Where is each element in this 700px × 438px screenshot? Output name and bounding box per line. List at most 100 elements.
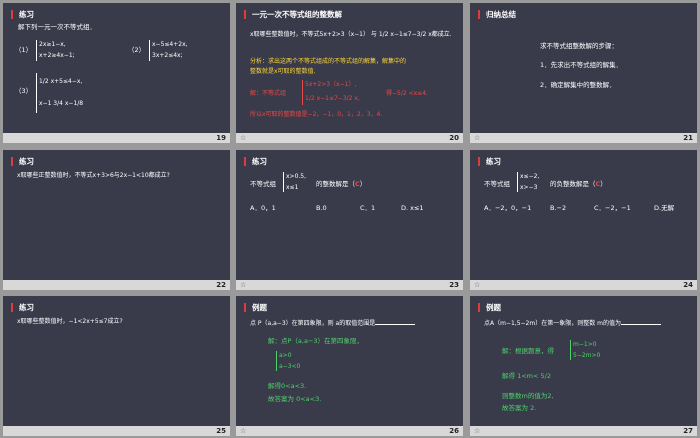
star-icon: ☆	[474, 427, 481, 435]
solution-line: 故答案为 2.	[502, 404, 537, 412]
question-text: 点 P（a,a−3）在第四象限，则 a的取值范围是	[250, 318, 416, 328]
solution-line: 解：点P（a,a−3）在第四象限，	[268, 337, 364, 345]
slide-20-thumbnail[interactable]: 一元一次不等式组的整数解 x取哪些整数值时，不等式5x+2>3（x−1） 与 1…	[236, 3, 463, 143]
slide-title: 一元一次不等式组的整数解	[244, 10, 342, 19]
step-1: 1．先求出不等式组的解集．	[540, 61, 623, 69]
step-2: 2．确定解集中的整数解．	[540, 81, 616, 89]
problem-1-label: （1）	[15, 46, 33, 54]
question-suffix: 的负整数解是（	[550, 180, 596, 188]
slide-title: 练习	[478, 157, 501, 166]
slide-number: 25	[216, 427, 226, 435]
ineq-line: 1/2 x−1≤7−3/2 x,	[305, 95, 360, 102]
solution-line: 解得 1<m< 5/2	[502, 372, 551, 380]
slide-footer: ☆ 23	[236, 280, 463, 290]
star-icon: ☆	[240, 281, 247, 289]
brace	[36, 73, 37, 113]
analysis-text: 分析：求出这两个不等式组成的不等式组的解集，解集中的	[250, 58, 407, 65]
ineq-line: x>−3	[520, 184, 538, 191]
star-icon: ☆	[474, 134, 481, 142]
question-close: ）	[359, 180, 367, 188]
problem-2-label: （2）	[128, 46, 146, 54]
option-b: B.0	[316, 204, 327, 212]
question-text: x取哪些整数值时，−1<2x+5≤7成立?	[17, 318, 123, 325]
solution-line: 则整数m的值为2,	[502, 392, 554, 400]
slide-title: 练习	[11, 303, 34, 312]
slide-title: 归纳总结	[478, 10, 516, 19]
slide-title: 练习	[244, 157, 267, 166]
slide-footer: 25	[3, 426, 230, 436]
slide-26-thumbnail[interactable]: 例题 点 P（a,a−3）在第四象限，则 a的取值范围是 解：点P（a,a−3）…	[236, 296, 463, 436]
slide-title: 练习	[11, 157, 34, 166]
slide-27-thumbnail[interactable]: 例题 点A（m−1,5−2m）在第一象限，则整数 m的值为 解：根据题意，得 m…	[470, 296, 697, 436]
option-a: A．−2，0，−1	[484, 204, 532, 212]
question-body: 点A（m−1,5−2m）在第一象限，则整数 m的值为	[484, 320, 621, 327]
slide-title: 例题	[478, 303, 501, 312]
question-close: ）	[600, 180, 607, 188]
question-text: 的整数解是（C）	[316, 180, 366, 189]
question-prefix: 不等式组	[484, 180, 510, 188]
star-icon: ☆	[240, 427, 247, 435]
slide-footer: 22	[3, 280, 230, 290]
brace	[517, 172, 518, 192]
ineq-line: x≤1	[286, 184, 299, 191]
slide-footer: 19	[3, 133, 230, 143]
solution-line: 解得0<a<3.	[268, 382, 307, 390]
slide-19-thumbnail[interactable]: 练习 解下列一元一次不等式组． （1） 2x≥1−x, x+2≥4x−1; （2…	[3, 3, 230, 143]
slide-number: 26	[449, 427, 459, 435]
question-text: x取哪些正整数值时，不等式x+3>6与2x−1<10都成立?	[17, 172, 170, 179]
slide-footer: ☆ 27	[470, 426, 697, 436]
slide-title: 例题	[244, 303, 267, 312]
slide-title: 练习	[11, 10, 34, 19]
slide-number: 19	[216, 134, 226, 142]
brace	[570, 340, 571, 360]
ineq-line: 5x+2>3（x−1）,	[305, 81, 357, 88]
brace	[149, 40, 150, 61]
option-c: C．−2，−1	[594, 204, 631, 212]
slide-21-thumbnail[interactable]: 归纳总结 求不等式组整数解的步骤： 1．先求出不等式组的解集． 2．确定解集中的…	[470, 3, 697, 143]
question-prefix: 不等式组	[250, 180, 276, 188]
slide-number: 23	[449, 281, 459, 289]
conclusion-text: 所以x可取的整数值是−2，−1，0，1，2，3，4.	[250, 111, 383, 118]
solution-prefix: 解：不等式组	[250, 90, 287, 97]
slide-number: 24	[683, 281, 693, 289]
ineq-line: x>0.5,	[286, 173, 307, 180]
ineq-line: m−1>0	[573, 341, 597, 348]
problem-3-label: （3）	[15, 87, 33, 95]
slide-number: 21	[683, 134, 693, 142]
ineq-line: a−3<0	[279, 363, 301, 370]
answer-blank	[375, 318, 416, 325]
option-d: D.无解	[654, 204, 675, 212]
slide-footer: ☆ 26	[236, 426, 463, 436]
slide-25-thumbnail[interactable]: 练习 x取哪些整数值时，−1<2x+5≤7成立? 25	[3, 296, 230, 436]
slide-footer: ☆ 20	[236, 133, 463, 143]
question-text: x取哪些整数值时，不等式5x+2>3（x−1） 与 1/2 x−1≤7−3/2 …	[250, 31, 452, 38]
star-icon: ☆	[474, 281, 481, 289]
option-d: D. x≤1	[401, 204, 424, 212]
slide-24-thumbnail[interactable]: 练习 不等式组 x≤−2, x>−3 的负整数解是（C） A．−2，0，−1 B…	[470, 150, 697, 290]
brace	[276, 351, 277, 371]
ineq-line: 2x≥1−x,	[39, 41, 66, 48]
ineq-line: x−1 3/4 x−1/8	[39, 100, 84, 107]
slide-23-thumbnail[interactable]: 练习 不等式组 x>0.5, x≤1 的整数解是（C） A．0，1 B.0 C．…	[236, 150, 463, 290]
brace	[283, 172, 284, 192]
answer-blank	[620, 318, 661, 325]
question-suffix: 的整数解是（	[316, 180, 355, 188]
solution-line: 故答案为 0<a<3.	[268, 395, 322, 403]
slide-footer: ☆ 24	[470, 280, 697, 290]
slide-number: 27	[683, 427, 693, 435]
ineq-line: x≤−2,	[520, 173, 540, 180]
ineq-line: x−5≤4+2x,	[152, 41, 188, 48]
ineq-line: 5−2m>0	[573, 352, 601, 359]
solution-line: 解：根据题意，得	[502, 347, 554, 355]
prompt-text: 解下列一元一次不等式组．	[18, 23, 96, 31]
brace	[36, 40, 37, 61]
ineq-line: 3x+2≤4x;	[152, 52, 183, 59]
question-text: 点A（m−1,5−2m）在第一象限，则整数 m的值为	[484, 318, 661, 328]
option-c: C．1	[360, 204, 376, 212]
brace	[302, 80, 303, 105]
option-b: B.−2	[550, 204, 567, 212]
star-icon: ☆	[240, 134, 247, 142]
slide-22-thumbnail[interactable]: 练习 x取哪些正整数值时，不等式x+3>6与2x−1<10都成立? 22	[3, 150, 230, 290]
question-text: 的负整数解是（C）	[550, 180, 607, 189]
solution-result: 得−5/2 <x≤4.	[386, 90, 428, 97]
